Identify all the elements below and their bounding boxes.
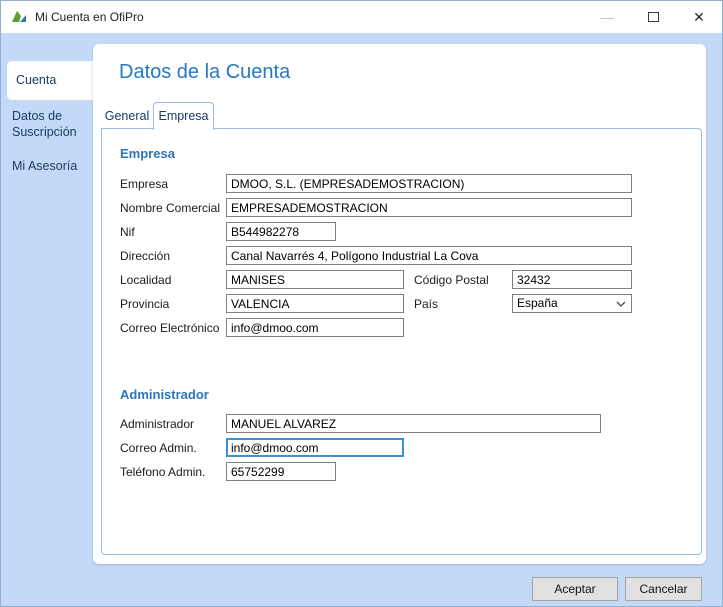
correo-admin-label: Correo Admin. [120,441,197,455]
empresa-tab-panel: Empresa Empresa Nombre Comercial Nif Dir… [101,128,702,555]
close-icon[interactable]: ✕ [676,1,722,33]
pais-selected-value: España [517,296,558,310]
localidad-input[interactable] [226,270,404,289]
telefono-admin-label: Teléfono Admin. [120,465,206,479]
correo-admin-input[interactable] [226,438,404,457]
cancel-button[interactable]: Cancelar [625,577,702,601]
direccion-input[interactable] [226,246,632,265]
provincia-label: Provincia [120,297,170,311]
localidad-label: Localidad [120,273,172,287]
tab-general[interactable]: General [101,104,153,129]
correo-electronico-input[interactable] [226,318,404,337]
codigo-postal-input[interactable] [512,270,632,289]
administrador-input[interactable] [226,414,601,433]
accept-button[interactable]: Aceptar [532,577,618,601]
sidebar-item-datos-de-suscripcion[interactable]: Datos de Suscripción [12,108,92,140]
content-panel: Datos de la Cuenta General Empresa Empre… [93,44,706,564]
provincia-input[interactable] [226,294,404,313]
window-title: Mi Cuenta en OfiPro [35,10,144,24]
nombre-comercial-input[interactable] [226,198,632,217]
page-title: Datos de la Cuenta [119,61,291,83]
pais-label: País [414,297,439,311]
codigo-postal-label: Código Postal [414,273,489,287]
section-title-empresa: Empresa [120,146,175,161]
empresa-input[interactable] [226,174,632,193]
nif-label: Nif [120,225,135,239]
ofipro-logo-icon [12,11,26,22]
sidebar-item-mi-asesoria[interactable]: Mi Asesoría [12,158,92,174]
section-title-administrador: Administrador [120,387,209,402]
direccion-label: Dirección [120,249,171,263]
tab-empresa[interactable]: Empresa [153,102,214,130]
telefono-admin-input[interactable] [226,462,336,481]
correo-electronico-label: Correo Electrónico [120,321,220,335]
pais-select[interactable]: España [512,294,632,313]
nif-input[interactable] [226,222,336,241]
empresa-label: Empresa [120,177,169,191]
dialog-window: Mi Cuenta en OfiPro — ✕ Cuenta Datos de … [0,0,723,607]
title-bar: Mi Cuenta en OfiPro — ✕ [1,1,722,33]
administrador-label: Administrador [120,417,195,431]
nombre-comercial-label: Nombre Comercial [120,201,221,215]
minimize-icon[interactable]: — [584,1,630,33]
maximize-icon[interactable] [630,1,676,33]
chevron-down-icon [616,301,626,307]
sidebar-item-cuenta[interactable]: Cuenta [7,61,93,100]
